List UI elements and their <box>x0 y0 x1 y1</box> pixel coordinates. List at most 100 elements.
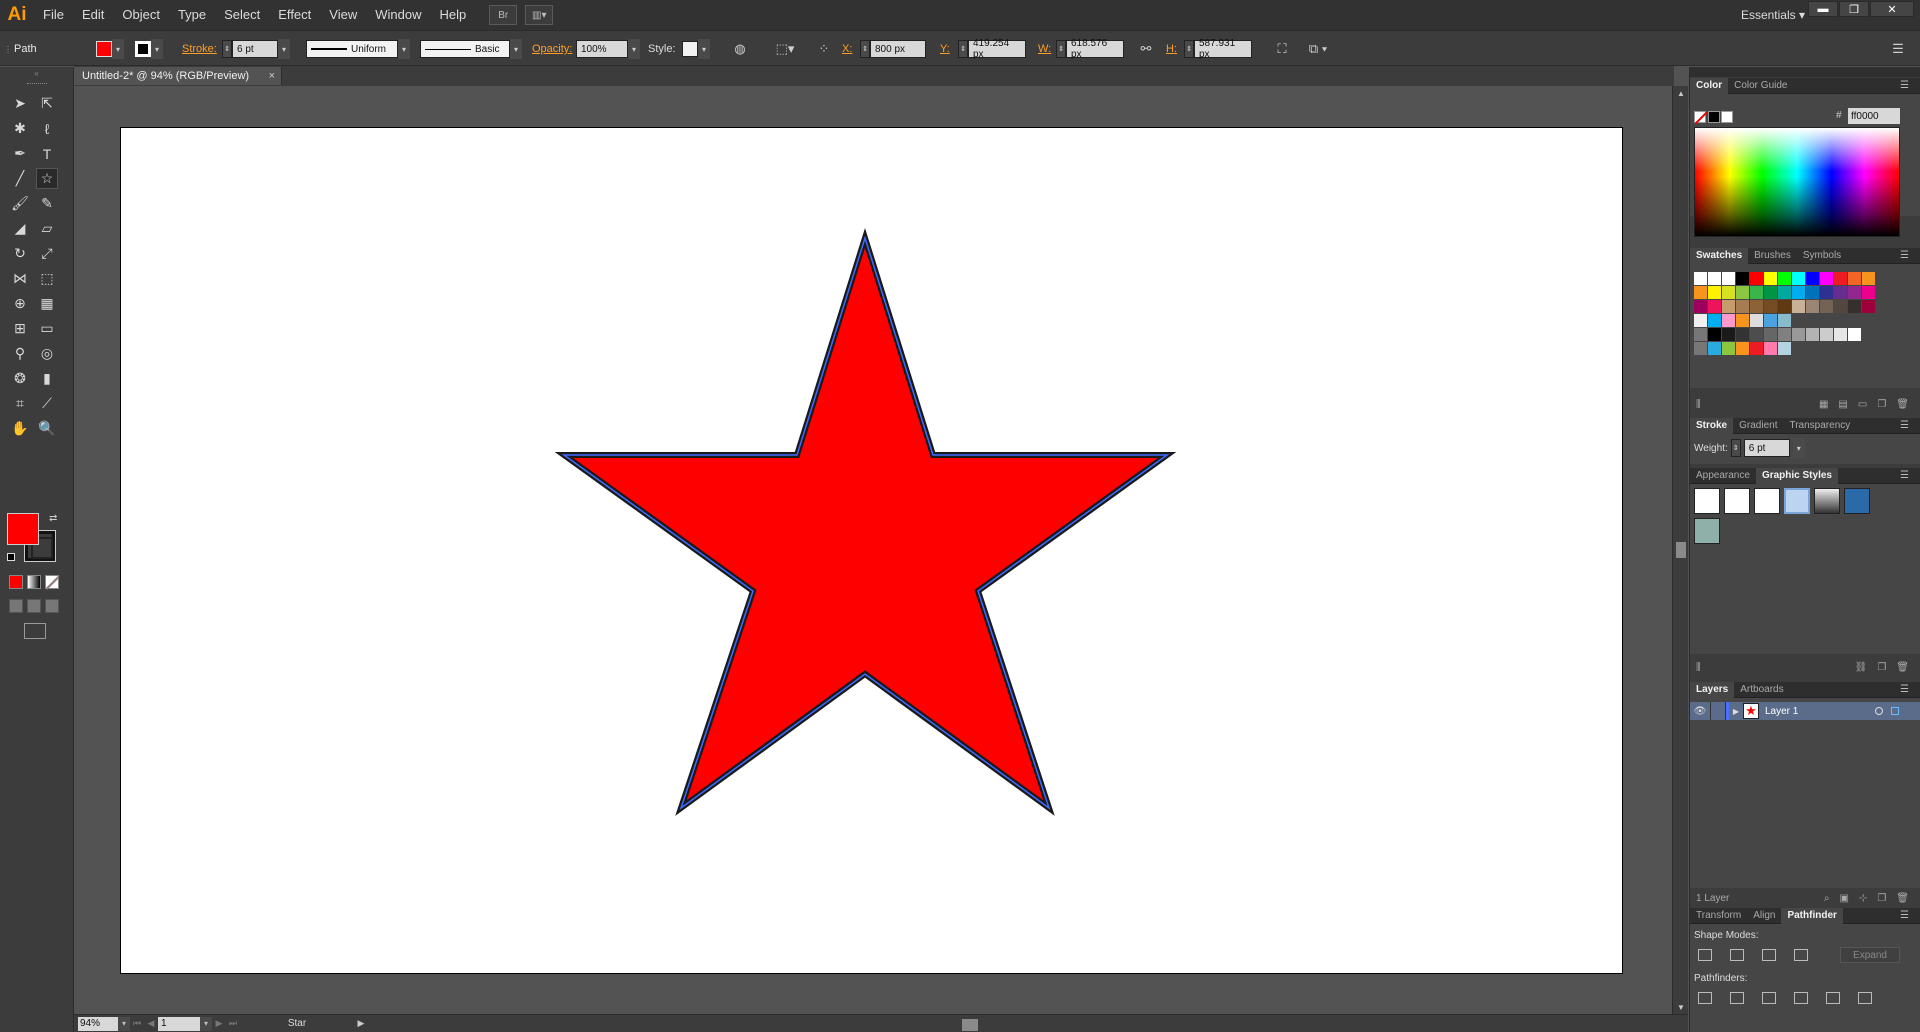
swatch-chip[interactable] <box>1792 300 1805 313</box>
scroll-up-icon[interactable]: ▲ <box>1676 88 1686 98</box>
swatch-chip[interactable] <box>1750 342 1763 355</box>
swatch-chip[interactable] <box>1806 328 1819 341</box>
zoom-tool-icon[interactable]: 🔍 <box>36 418 58 439</box>
tab-graphic-styles[interactable]: Graphic Styles <box>1755 467 1838 484</box>
swatch-chip[interactable] <box>1722 272 1735 285</box>
graphic-style-picker[interactable]: ▾ <box>682 39 710 59</box>
swatch-chip[interactable] <box>1708 314 1721 327</box>
stepper-icon[interactable]: ⇕ <box>1730 439 1741 457</box>
menu-select[interactable]: Select <box>215 0 269 30</box>
swatch-chip[interactable] <box>1722 300 1735 313</box>
align-to-icon[interactable]: ⬚▾ <box>770 39 800 59</box>
free-transform-tool-icon[interactable]: ⬚ <box>36 268 58 289</box>
pencil-tool-icon[interactable]: ✎ <box>36 193 58 214</box>
swatch-chip[interactable] <box>1806 286 1819 299</box>
width-tool-icon[interactable]: ⋈ <box>9 268 31 289</box>
tab-transparency[interactable]: Transparency <box>1783 418 1856 434</box>
blob-brush-tool-icon[interactable]: ◢ <box>9 218 31 239</box>
swatch-chip[interactable] <box>1694 272 1707 285</box>
canvas-horizontal-scrollbar[interactable] <box>388 1016 1543 1031</box>
swatch-chip[interactable] <box>1764 328 1777 341</box>
swatch-chip[interactable] <box>1862 286 1875 299</box>
close-button[interactable]: ✕ <box>1870 1 1914 17</box>
swatch-chip[interactable] <box>1778 272 1791 285</box>
graphic-style-item[interactable] <box>1724 488 1750 514</box>
constrain-proportions-icon[interactable]: ⚯ <box>1136 39 1156 59</box>
graphic-style-default[interactable] <box>1694 488 1720 514</box>
expand-triangle-icon[interactable]: ▶ <box>1729 707 1743 716</box>
expand-button[interactable]: Expand <box>1840 947 1900 963</box>
panel-menu-icon[interactable]: ☰ <box>1894 908 1915 924</box>
swatch-chip[interactable] <box>1792 272 1805 285</box>
swatch-chip[interactable] <box>1722 314 1735 327</box>
menu-help[interactable]: Help <box>430 0 475 30</box>
swatch-chip[interactable] <box>1694 328 1707 341</box>
swatch-chip[interactable] <box>1708 300 1721 313</box>
swatch-chip[interactable] <box>1848 328 1861 341</box>
eye-icon[interactable]: 👁 <box>1690 706 1710 717</box>
slice-tool-icon[interactable]: ⟋ <box>36 393 58 414</box>
next-artboard-icon[interactable]: ▶ <box>212 1018 226 1029</box>
swatch-chip[interactable] <box>1778 314 1791 327</box>
delete-icon[interactable]: 🗑 <box>1896 893 1909 904</box>
star-shape[interactable] <box>554 227 1177 816</box>
black-swatch[interactable] <box>1708 111 1720 123</box>
new-style-icon[interactable]: ❐ <box>1877 662 1886 673</box>
swatch-chip[interactable] <box>1750 314 1763 327</box>
variable-width-profile[interactable]: Uniform ▾ <box>306 39 410 59</box>
eraser-tool-icon[interactable]: ▱ <box>36 218 58 239</box>
swatch-chip[interactable] <box>1778 286 1791 299</box>
opacity-label[interactable]: Opacity: <box>532 39 572 59</box>
delete-icon[interactable]: 🗑 <box>1896 662 1909 673</box>
scroll-thumb[interactable] <box>962 1018 978 1031</box>
layer-row[interactable]: 👁 ▶ ★ Layer 1 <box>1690 702 1920 720</box>
tab-color[interactable]: Color <box>1690 77 1729 94</box>
swatch-chip[interactable] <box>1750 286 1763 299</box>
tab-brushes[interactable]: Brushes <box>1748 248 1797 264</box>
tab-swatches[interactable]: Swatches <box>1690 247 1749 264</box>
swatch-chip[interactable] <box>1778 300 1791 313</box>
swatch-chip[interactable] <box>1806 300 1819 313</box>
swatch-chip[interactable] <box>1820 272 1833 285</box>
swatch-chip[interactable] <box>1764 342 1777 355</box>
chevron-down-icon[interactable]: ▾ <box>510 39 522 59</box>
canvas-vertical-scrollbar[interactable]: ▲ ▼ <box>1672 86 1688 1014</box>
panel-menu-icon[interactable]: ☰ <box>1888 39 1908 59</box>
swatch-chip[interactable] <box>1750 272 1763 285</box>
new-sublayer-icon[interactable]: ⊹ <box>1859 893 1867 904</box>
swatch-chip[interactable] <box>1820 300 1833 313</box>
y-field[interactable]: 419.254 px <box>968 38 1026 60</box>
white-swatch[interactable] <box>1721 111 1733 123</box>
chevron-down-icon[interactable]: ▾ <box>398 39 410 59</box>
chevron-down-icon[interactable]: ▾ <box>200 1016 212 1031</box>
opacity-field[interactable]: 100% <box>576 40 628 58</box>
draw-behind-icon[interactable] <box>27 599 41 613</box>
swap-icon[interactable]: ⇄ <box>49 513 57 524</box>
arrange-documents-button[interactable]: ▥▾ <box>525 5 554 25</box>
exclude-icon[interactable] <box>1794 949 1808 961</box>
pen-tool-icon[interactable]: ✒ <box>9 143 31 164</box>
stepper-icon[interactable]: ⇕ <box>1056 40 1066 58</box>
default-colors-icon[interactable] <box>7 553 15 561</box>
fill-color-picker[interactable]: ▾ <box>96 39 124 59</box>
swatch-chip[interactable] <box>1736 286 1749 299</box>
swatch-chip[interactable] <box>1736 300 1749 313</box>
menu-file[interactable]: File <box>34 0 73 30</box>
artboard-tool-icon[interactable]: ⌗ <box>9 393 31 414</box>
chevron-down-icon[interactable]: ▾ <box>118 1016 130 1031</box>
eyedropper-tool-icon[interactable]: ⚲ <box>9 343 31 364</box>
swatch-chip[interactable] <box>1848 272 1861 285</box>
new-layer-icon[interactable]: ❐ <box>1877 893 1886 904</box>
swatch-chip[interactable] <box>1764 300 1777 313</box>
line-tool-icon[interactable]: ╱ <box>9 168 31 189</box>
color-spectrum[interactable] <box>1694 127 1900 237</box>
screen-mode-icon[interactable] <box>24 623 46 639</box>
color-mode-icon[interactable] <box>9 575 23 589</box>
artboard[interactable] <box>120 127 1623 974</box>
swatch-chip[interactable] <box>1792 328 1805 341</box>
direct-selection-tool-icon[interactable]: ⇱ <box>36 93 58 114</box>
swatch-chip[interactable] <box>1834 300 1847 313</box>
gradient-mode-icon[interactable] <box>27 575 41 589</box>
swatch-chip[interactable] <box>1862 272 1875 285</box>
swatch-chip[interactable] <box>1736 314 1749 327</box>
